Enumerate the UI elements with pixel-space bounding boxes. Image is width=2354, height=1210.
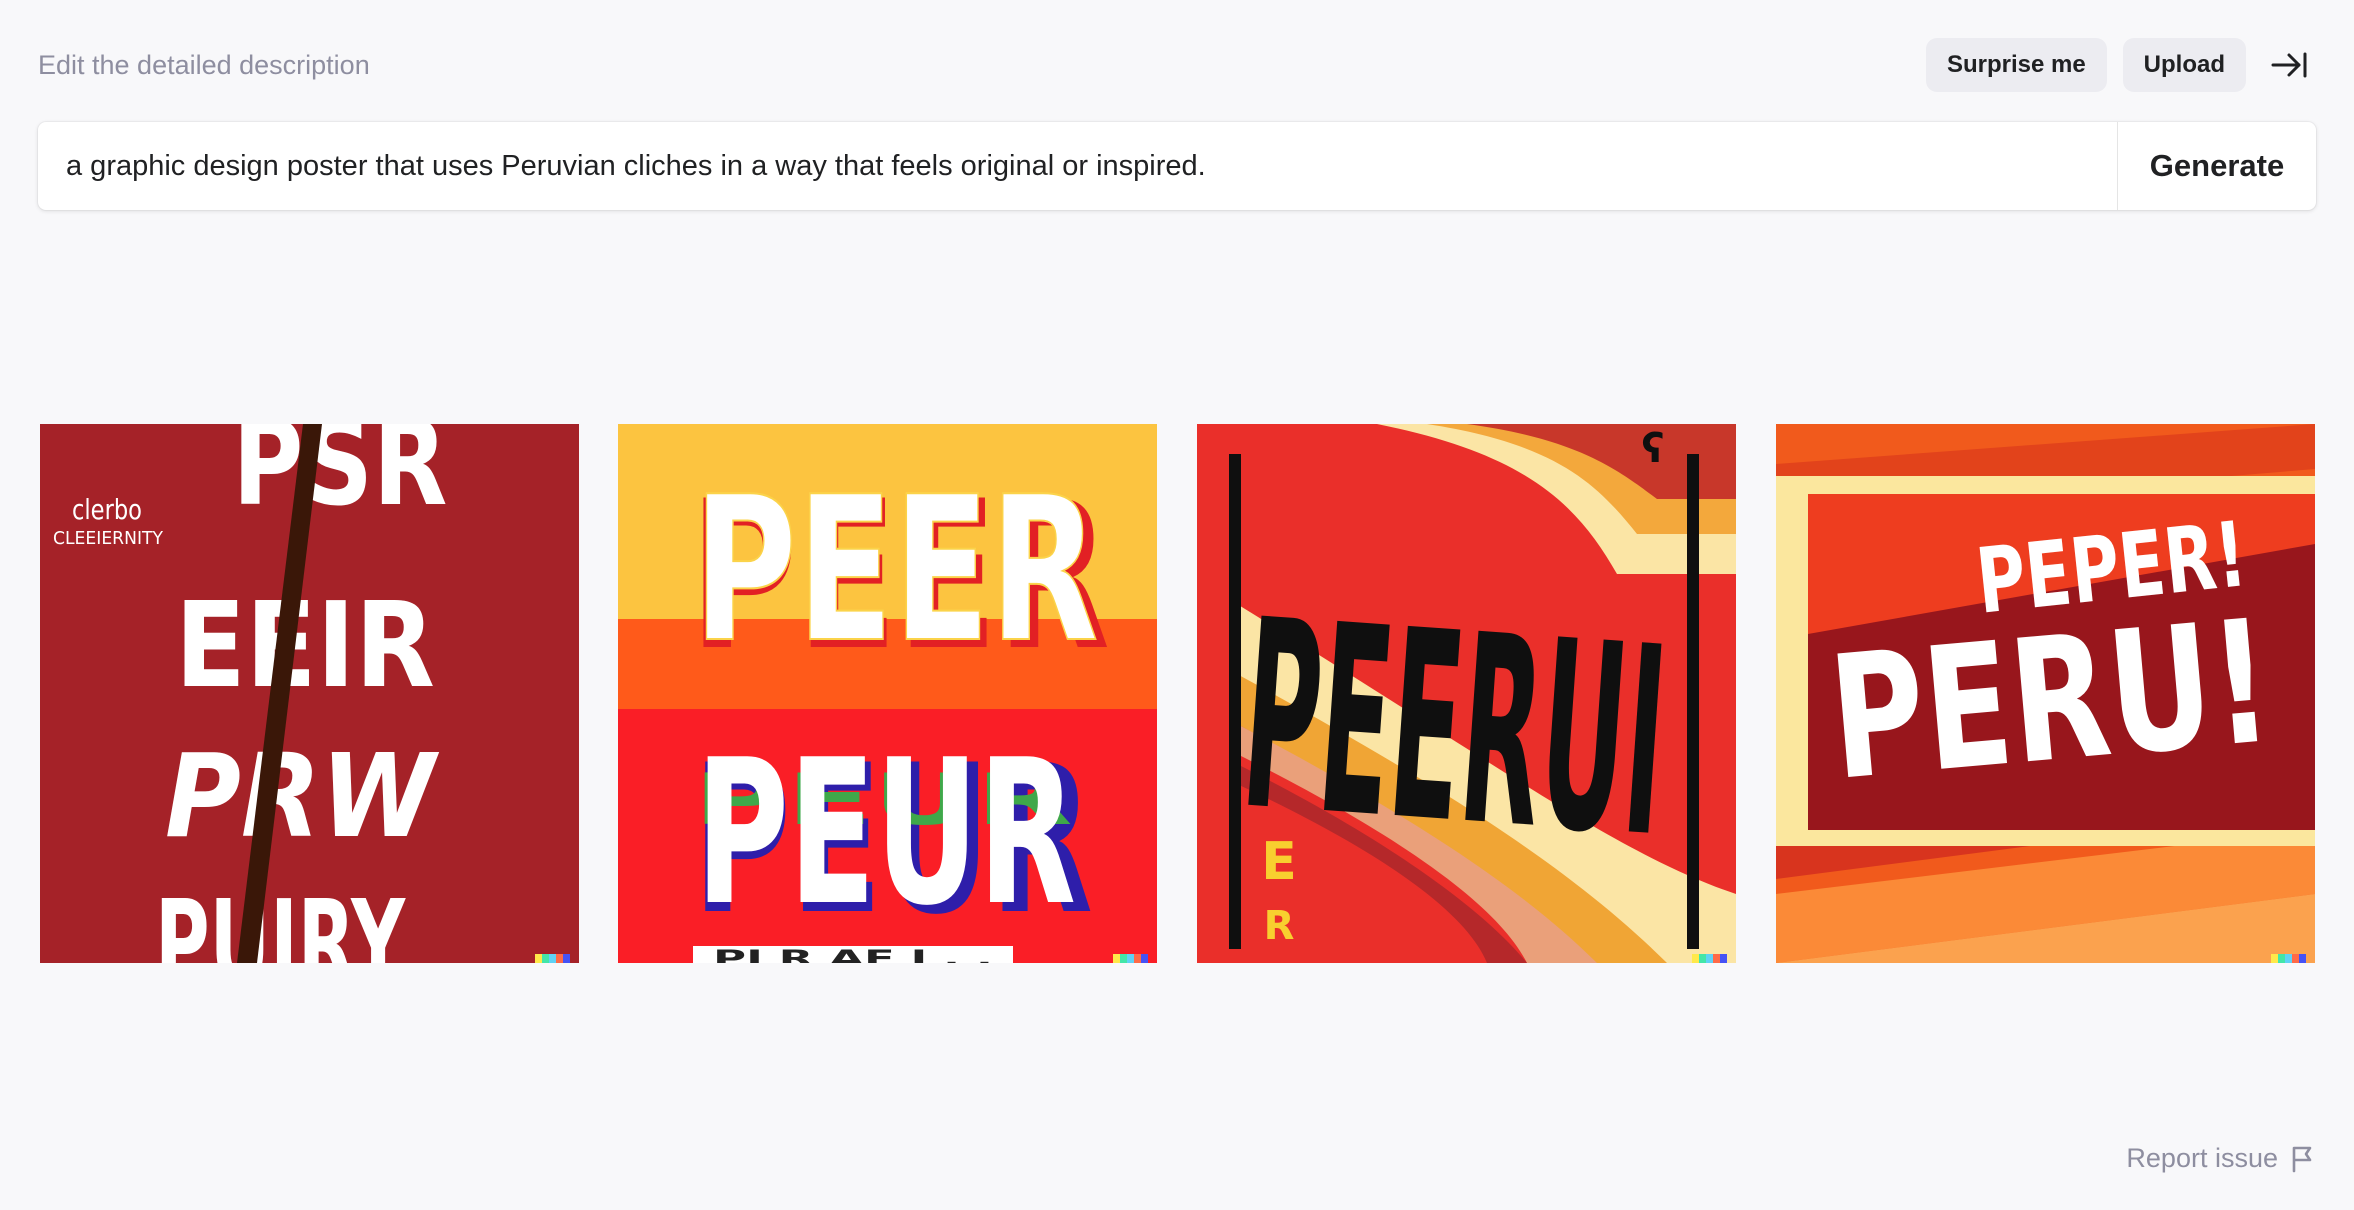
prompt-bar: a graphic design poster that uses Peruvi… [38, 122, 2316, 210]
image-1-small-text-2: CLEEIERNITY [53, 528, 164, 549]
generate-button[interactable]: Generate [2117, 122, 2316, 210]
arrow-to-right-icon [2271, 52, 2307, 78]
image-4-line-2: PERU! [1823, 583, 2279, 819]
prompt-input[interactable]: a graphic design poster that uses Peruvi… [38, 122, 2117, 210]
image-2-line-2: PEUR [696, 717, 1076, 950]
image-1-line-1: PSR [233, 424, 448, 532]
flag-icon [2292, 1146, 2312, 1172]
report-issue-link[interactable]: Report issue [2126, 1143, 2316, 1174]
description-hint: Edit the detailed description [38, 49, 370, 80]
image-2-line-1: PEER [694, 454, 1099, 687]
image-grid: PSR EEIR PRW PUIRY clerbo CLEEIERNITY PE… [0, 424, 2354, 963]
generated-image-4[interactable]: PEPER! PERU! [1776, 424, 2315, 963]
image-1-small-text-1: clerbo [72, 493, 142, 526]
header-actions: Surprise me Upload [1925, 38, 2316, 92]
image-1-line-2: EEIR [175, 576, 435, 714]
report-issue-label: Report issue [2126, 1143, 2278, 1173]
upload-button[interactable]: Upload [2122, 38, 2246, 92]
generated-image-1[interactable]: PSR EEIR PRW PUIRY clerbo CLEEIERNITY [40, 424, 579, 963]
top-bar: Edit the detailed description Surprise m… [38, 38, 2316, 92]
image-3-small-text-1: E [1261, 832, 1297, 892]
image-3-line-1: PEERUI [1234, 565, 1674, 896]
image-1-line-3: PRW [165, 730, 440, 864]
collapse-panel-button[interactable] [2262, 38, 2316, 92]
image-3-small-text-2: R [1264, 903, 1295, 949]
surprise-me-button[interactable]: Surprise me [1925, 38, 2107, 92]
image-2-small-text: PI R AF I . . [713, 947, 993, 963]
generated-image-3[interactable]: PEERUI ʕ E R [1197, 424, 1736, 963]
generated-image-2[interactable]: PEER PEUR PEUR PEER PEUR PI R AF I . . [618, 424, 1157, 963]
image-1-line-4: PUIRY [155, 874, 406, 963]
svg-text:ʕ: ʕ [1642, 426, 1665, 472]
